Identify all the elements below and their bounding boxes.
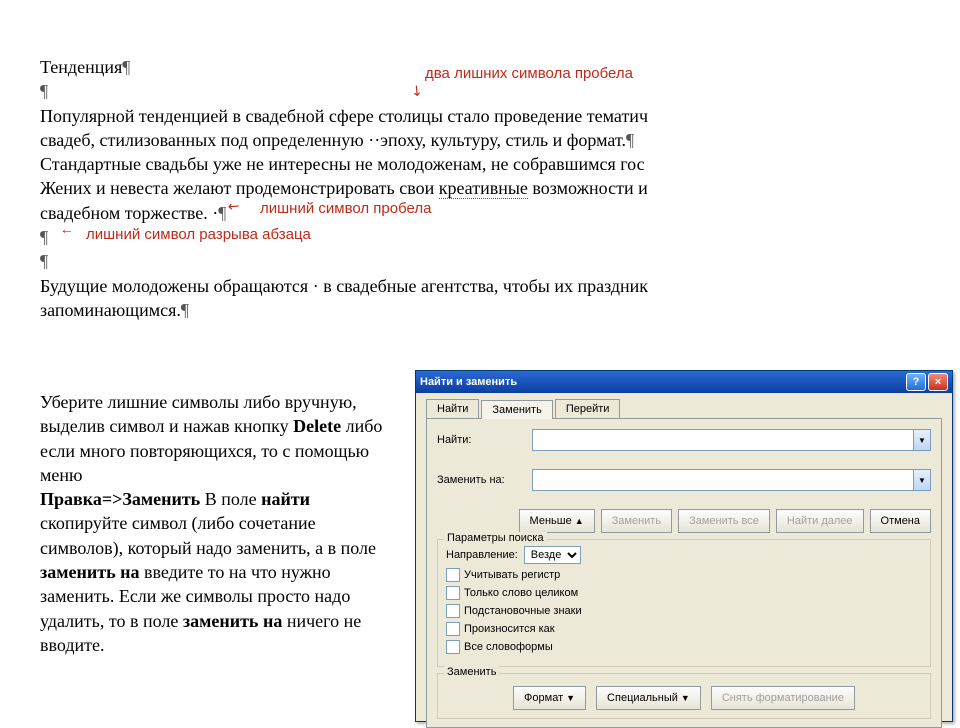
checkbox[interactable] — [446, 604, 460, 618]
dropdown-icon[interactable]: ▼ — [914, 469, 931, 491]
replace-all-button[interactable]: Заменить все — [678, 509, 770, 533]
dialog-title: Найти и заменить — [420, 376, 517, 388]
tab-goto[interactable]: Перейти — [555, 399, 621, 418]
checkbox[interactable] — [446, 640, 460, 654]
check-wildcard: Подстановочные знаки — [464, 605, 582, 617]
empty-para: ¶ — [40, 249, 810, 273]
check-whole: Только слово целиком — [464, 587, 578, 599]
pilcrow-icon: ¶ — [181, 300, 189, 320]
tab-find[interactable]: Найти — [426, 399, 479, 418]
unformat-button[interactable]: Снять форматирование — [711, 686, 855, 710]
titlebar[interactable]: Найти и заменить ? × — [416, 371, 952, 393]
instruction-text: Уберите лишние символы либо вручную, выд… — [40, 390, 400, 657]
direction-select[interactable]: Везде — [524, 546, 581, 564]
help-button[interactable]: ? — [906, 373, 926, 391]
less-button[interactable]: Меньше ▲ — [519, 509, 595, 533]
para-3: Стандартные свадьбы уже не интересны не … — [40, 152, 810, 176]
special-button[interactable]: Специальный ▼ — [596, 686, 701, 710]
pilcrow-icon: ¶ — [122, 57, 130, 77]
chevron-down-icon: ▼ — [566, 693, 575, 703]
check-case: Учитывать регистр — [464, 569, 560, 581]
check-sounds: Произносится как — [464, 623, 555, 635]
replace-label: Заменить на: — [437, 474, 532, 486]
find-next-button[interactable]: Найти далее — [776, 509, 864, 533]
replace-group: Заменить Формат ▼ Специальный ▼ Снять фо… — [437, 673, 931, 719]
format-button[interactable]: Формат ▼ — [513, 686, 586, 710]
find-input[interactable] — [532, 429, 914, 451]
replace-button[interactable]: Заменить — [601, 509, 672, 533]
para-7: запоминающимся.¶ — [40, 298, 810, 322]
check-forms: Все словоформы — [464, 641, 553, 653]
callout-text: лишний символ пробела — [260, 200, 431, 217]
search-options-group: Параметры поиска Направление: Везде Учит… — [437, 539, 931, 667]
direction-label: Направление: — [446, 549, 518, 561]
chevron-up-icon: ▲ — [575, 516, 584, 526]
close-button[interactable]: × — [928, 373, 948, 391]
tab-replace[interactable]: Заменить — [481, 400, 552, 419]
chevron-down-icon: ▼ — [681, 693, 690, 703]
para-4: Жених и невеста желают продемонстрироват… — [40, 176, 810, 200]
checkbox[interactable] — [446, 622, 460, 636]
pilcrow-icon: ¶ — [626, 130, 634, 150]
callout-text: два лишних символа пробела — [425, 65, 633, 82]
find-label: Найти: — [437, 434, 532, 446]
underlined-word: креативные — [439, 178, 528, 199]
checkbox[interactable] — [446, 568, 460, 582]
checkbox[interactable] — [446, 586, 460, 600]
arrow-icon: → — [60, 226, 74, 242]
dropdown-icon[interactable]: ▼ — [914, 429, 931, 451]
para-2: свадеб, стилизованных под определенную ·… — [40, 128, 810, 152]
cancel-button[interactable]: Отмена — [870, 509, 931, 533]
find-replace-dialog: Найти и заменить ? × Найти Заменить Пере… — [415, 370, 953, 722]
group-legend: Параметры поиска — [444, 532, 547, 544]
para-1: Популярной тенденцией в свадебной сфере … — [40, 104, 810, 128]
group-legend: Заменить — [444, 666, 499, 678]
empty-para: ¶ — [40, 79, 810, 103]
replace-input[interactable] — [532, 469, 914, 491]
callout-text: лишний символ разрыва абзаца — [86, 226, 311, 243]
para-6: Будущие молодожены обращаются · в свадеб… — [40, 274, 810, 298]
heading-text: Тенденция — [40, 57, 122, 77]
